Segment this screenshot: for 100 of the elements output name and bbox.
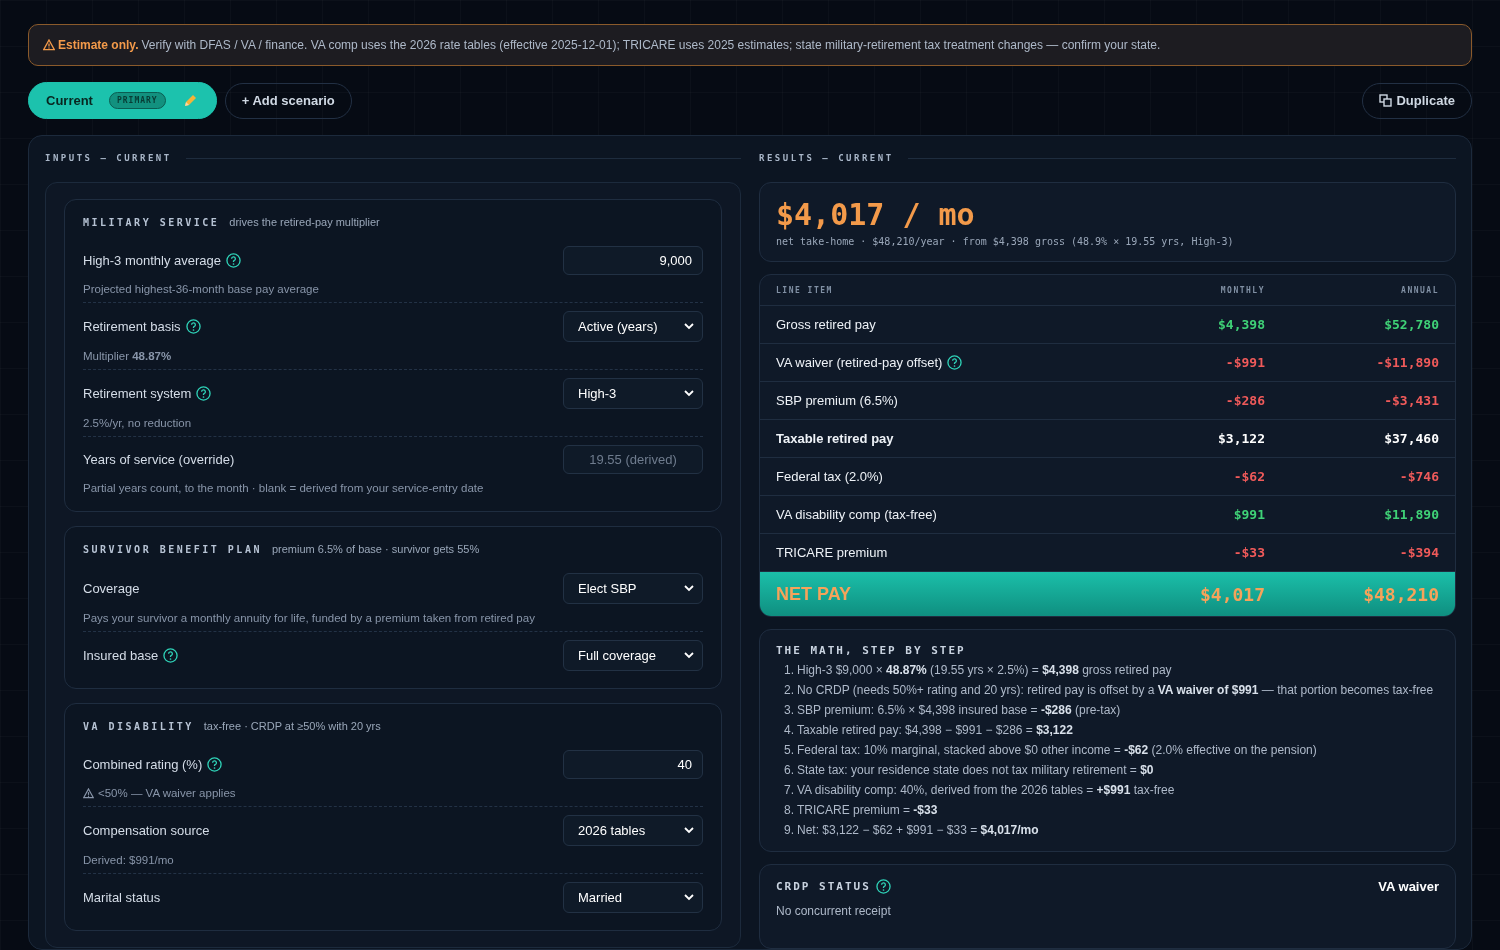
section-title: MILITARY SERVICE <box>83 217 220 228</box>
primary-badge: PRIMARY <box>108 92 166 109</box>
monthly-amount: -$991 <box>1224 355 1265 370</box>
field-hint: Pays your survivor a monthly annuity for life, funded by a premium taken from retired pay <box>83 612 535 624</box>
chevron-icon <box>684 652 694 659</box>
column-header: MONTHLY <box>1219 285 1265 295</box>
step-text: Net: $3,122 − $62 + $991 − $33 = $4,017/mo <box>797 823 1039 837</box>
step-text: Taxable retired pay: $4,398 − $991 − $286 = $3,122 <box>797 723 1073 737</box>
scenario-name: Current <box>46 93 93 108</box>
annual-amount: -$746 <box>1398 469 1439 484</box>
section-subtitle: drives the retired-pay multiplier <box>229 216 380 228</box>
help-icon[interactable] <box>196 386 212 401</box>
chevron-icon <box>684 323 694 330</box>
help-icon[interactable] <box>947 355 963 370</box>
help-icon[interactable] <box>875 879 891 894</box>
line-item: VA waiver (retired-pay offset) <box>776 355 943 370</box>
field-hint: Projected highest-36-month base pay average <box>83 283 319 295</box>
section-title: SURVIVOR BENEFIT PLAN <box>83 544 262 555</box>
field-label: Compensation source <box>83 823 210 838</box>
step-number: 8. <box>783 803 794 817</box>
step-number: 1. <box>783 663 794 677</box>
field-label: Insured base <box>83 648 159 663</box>
column-header: LINE ITEM <box>776 285 834 295</box>
field-label: Retirement basis <box>83 319 181 334</box>
step-number: 7. <box>783 783 794 797</box>
select-field[interactable]: High-3 <box>563 378 703 409</box>
field-hint: <50% — VA waiver applies <box>98 787 236 799</box>
help-icon[interactable] <box>207 757 223 772</box>
number-field[interactable]: 40 <box>563 750 703 779</box>
line-item: Taxable retired pay <box>776 431 894 446</box>
annual-amount: -$3,431 <box>1383 393 1439 408</box>
summary-detail: net take-home · $48,210/year · from $4,398 gross (48.9% × 19.55 yrs, High-3) <box>776 236 1235 247</box>
results-heading: RESULTS — CURRENT <box>759 153 894 163</box>
step-number: 2. <box>783 683 794 697</box>
line-item: VA disability comp (tax-free) <box>776 507 937 522</box>
crdp-value: VA waiver <box>1378 879 1439 894</box>
field-hint: 2.5%/yr, no reduction <box>83 417 192 429</box>
line-item: Gross retired pay <box>776 317 876 332</box>
field-hint: Multiplier 48.87% <box>83 350 172 362</box>
help-icon[interactable] <box>185 319 201 334</box>
warning-icon <box>43 39 55 51</box>
crdp-note: No concurrent receipt <box>776 904 892 918</box>
input-field[interactable]: 19.55 (derived) <box>563 445 703 474</box>
scenario-tab[interactable]: Current PRIMARY <box>28 82 217 119</box>
banner-text: Verify with DFAS / VA / finance. VA comp uses the 2026 rate tables (effective 2025-12-01); TRICARE uses 2025 estimates; state military-retirement tax treatment changes — confirm your state. <box>141 38 1161 52</box>
warning-icon <box>83 787 94 799</box>
field-label: Coverage <box>83 581 140 596</box>
annual-amount: -$394 <box>1398 545 1439 560</box>
help-icon[interactable] <box>163 648 179 663</box>
crdp-title: CRDP STATUS <box>776 880 871 893</box>
select-field[interactable]: 2026 tables <box>563 815 703 846</box>
line-item: Federal tax (2.0%) <box>776 469 883 484</box>
annual-amount: $37,460 <box>1383 431 1439 446</box>
net-monthly: $4,017 <box>1198 583 1265 605</box>
step-number: 4. <box>783 723 794 737</box>
inputs-heading: INPUTS — CURRENT <box>45 153 172 163</box>
step-text: VA disability comp: 40%, derived from the 2026 tables = +$991 tax-free <box>797 783 1175 797</box>
step-text: High-3 $9,000 × 48.87% (19.55 yrs × 2.5%) = $4,398 gross retired pay <box>797 663 1172 677</box>
annual-amount: $52,780 <box>1383 317 1439 332</box>
field-label: Combined rating (%) <box>83 757 203 772</box>
step-text: No CRDP (needs 50%+ rating and 20 yrs): retired pay is offset by a VA waiver of $991 — that portion becomes tax-free <box>797 683 1434 697</box>
section-subtitle: tax-free · CRDP at ≥50% with 20 yrs <box>203 720 381 732</box>
select-field[interactable]: Active (years) <box>563 311 703 342</box>
select-field[interactable]: Elect SBP <box>563 573 703 604</box>
step-number: 5. <box>783 743 794 757</box>
field-label: Marital status <box>83 890 161 905</box>
line-item: SBP premium (6.5%) <box>776 393 898 408</box>
line-item: TRICARE premium <box>776 545 888 560</box>
chevron-icon <box>684 827 694 834</box>
net-headline: $4,017 / mo <box>776 197 976 233</box>
step-number: 9. <box>783 823 794 837</box>
monthly-amount: -$286 <box>1224 393 1265 408</box>
column-header: ANNUAL <box>1400 285 1439 295</box>
step-text: Federal tax: 10% marginal, stacked above $0 other income = -$62 (2.0% effective on the pension) <box>797 743 1317 757</box>
chevron-icon <box>684 585 694 592</box>
net-pay-label: NET PAY <box>776 583 853 605</box>
step-text: State tax: your residence state does not tax military retirement = $0 <box>797 763 1154 777</box>
math-title: THE MATH, STEP BY STEP <box>776 644 967 657</box>
step-number: 3. <box>783 703 794 717</box>
field-label: Years of service (override) <box>83 452 235 467</box>
duplicate-icon <box>1379 94 1393 107</box>
field-label: Retirement system <box>83 386 192 401</box>
step-number: 6. <box>783 763 794 777</box>
field-hint: Partial years count, to the month · blank = derived from your service-entry date <box>83 482 484 494</box>
field-label: High-3 monthly average <box>83 253 222 268</box>
number-field[interactable]: 9,000 <box>563 246 703 275</box>
chevron-icon <box>684 894 694 901</box>
select-field[interactable]: Married <box>563 882 703 913</box>
net-annual: $48,210 <box>1362 583 1439 605</box>
help-icon[interactable] <box>226 253 242 268</box>
select-field[interactable]: Full coverage <box>563 640 703 671</box>
monthly-amount: $3,122 <box>1217 431 1265 446</box>
monthly-amount: -$62 <box>1232 469 1265 484</box>
monthly-amount: $4,398 <box>1217 317 1265 332</box>
banner-lead: Estimate only. <box>58 38 139 52</box>
field-hint: Derived: $991/mo <box>83 854 174 866</box>
section-title: VA DISABILITY <box>83 721 194 732</box>
step-text: SBP premium: 6.5% × $4,398 insured base = -$286 (pre-tax) <box>797 703 1121 717</box>
monthly-amount: -$33 <box>1232 545 1265 560</box>
monthly-amount: $991 <box>1232 507 1265 522</box>
